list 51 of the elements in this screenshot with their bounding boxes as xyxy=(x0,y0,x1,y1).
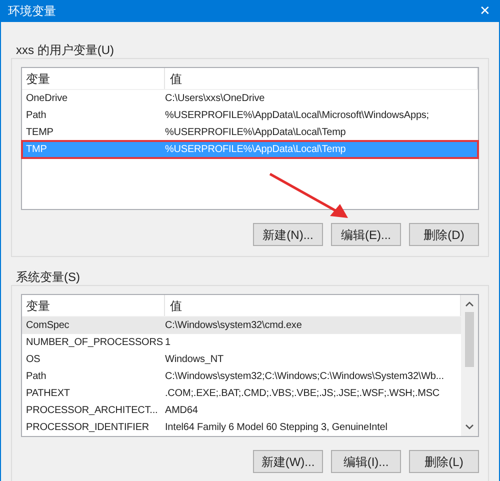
variable-value: AMD64 xyxy=(165,404,198,418)
variable-value: Windows_NT xyxy=(165,353,224,367)
variable-value: .COM;.EXE;.BAT;.CMD;.VBS;.VBE;.JS;.JSE;.WSF;.WSH;.MSC xyxy=(165,387,440,401)
dialog-button[interactable]: 编辑(E)... xyxy=(331,223,401,246)
variable-value: Intel64 Family 6 Model 60 Stepping 3, GenuineIntel xyxy=(165,421,388,435)
variable-name: PROCESSOR_ARCHITECT... xyxy=(25,404,159,418)
dialog-button[interactable]: 删除(L) xyxy=(409,450,479,473)
variable-row[interactable]: ComSpec C:\Windows\system32\cmd.exe xyxy=(22,317,461,334)
variable-name: NUMBER_OF_PROCESSORS xyxy=(25,336,164,350)
close-button[interactable]: ✕ xyxy=(470,0,500,22)
variable-name: OneDrive xyxy=(25,92,68,106)
scroll-thumb[interactable] xyxy=(465,312,474,367)
variable-name: OS xyxy=(25,353,42,367)
scroll-up-icon[interactable] xyxy=(465,301,474,307)
variable-row[interactable]: OneDrive C:\Users\xxs\OneDrive xyxy=(22,90,478,107)
scroll-down-icon[interactable] xyxy=(465,424,474,430)
window-title: 环境变量 xyxy=(7,3,56,20)
variable-name: Path xyxy=(25,109,48,123)
column-header[interactable]: 变量 xyxy=(22,68,165,89)
variable-name: PATHEXT xyxy=(25,387,71,401)
group-label: 系统变量(S) xyxy=(16,269,81,285)
variable-list[interactable] xyxy=(21,294,479,437)
dialog-button[interactable]: 新建(N)... xyxy=(253,223,323,246)
variable-value: %USERPROFILE%\AppData\Local\Temp xyxy=(165,126,346,140)
variable-name: Path xyxy=(25,370,48,384)
variable-list[interactable]: 变量 值 OneDrive C:\Users\xxs\OneDrive Path %USERPROFILE%\AppData\Local\Microsoft\WindowsApps; TEMP %USERPROFILE%\AppData\Local\Temp TMP %USERPROFILE%\AppData\Local\Temp xyxy=(21,67,479,210)
variable-value: 1 xyxy=(165,336,170,350)
dialog-button[interactable]: 编辑(I)... xyxy=(331,450,401,473)
column-header[interactable]: 变量 xyxy=(22,295,165,316)
variable-name: TMP xyxy=(25,143,48,157)
variable-value: C:\Windows\system32;C:\Windows;C:\Windows\System32\Wb... xyxy=(165,370,444,384)
variable-row[interactable]: Path %USERPROFILE%\AppData\Local\Microsoft\WindowsApps; xyxy=(22,107,478,124)
group-label: xxs 的用户变量(U) xyxy=(16,42,115,58)
variable-name: ComSpec xyxy=(25,319,70,333)
variable-value: C:\Windows\system32\cmd.exe xyxy=(165,319,302,333)
variable-value: %USERPROFILE%\AppData\Local\Temp xyxy=(165,143,346,157)
column-header[interactable]: 值 xyxy=(165,68,478,89)
variable-row[interactable]: PROCESSOR_IDENTIFIER Intel64 Family 6 Model 60 Stepping 3, GenuineIntel xyxy=(22,419,461,436)
dialog-button[interactable]: 新建(W)... xyxy=(253,450,323,473)
variable-row[interactable]: PROCESSOR_ARCHITECT... AMD64 xyxy=(22,402,461,419)
variable-name: TEMP xyxy=(25,126,54,140)
variable-row[interactable]: NUMBER_OF_PROCESSORS 1 xyxy=(22,334,461,351)
variable-row[interactable]: Path C:\Windows\system32;C:\Windows;C:\Windows\System32\Wb... xyxy=(22,368,461,385)
variable-name: PROCESSOR_IDENTIFIER xyxy=(25,421,150,435)
variable-row[interactable]: TEMP %USERPROFILE%\AppData\Local\Temp xyxy=(22,124,478,141)
variable-value: C:\Users\xxs\OneDrive xyxy=(165,92,265,106)
variable-row[interactable]: PATHEXT .COM;.EXE;.BAT;.CMD;.VBS;.VBE;.JS;.JSE;.WSF;.WSH;.MSC xyxy=(22,385,461,402)
dialog-button[interactable]: 删除(D) xyxy=(409,223,479,246)
variable-row[interactable]: OS Windows_NT xyxy=(22,351,461,368)
scrollbar[interactable] xyxy=(461,295,478,436)
variable-value: %USERPROFILE%\AppData\Local\Microsoft\WindowsApps; xyxy=(165,109,429,123)
